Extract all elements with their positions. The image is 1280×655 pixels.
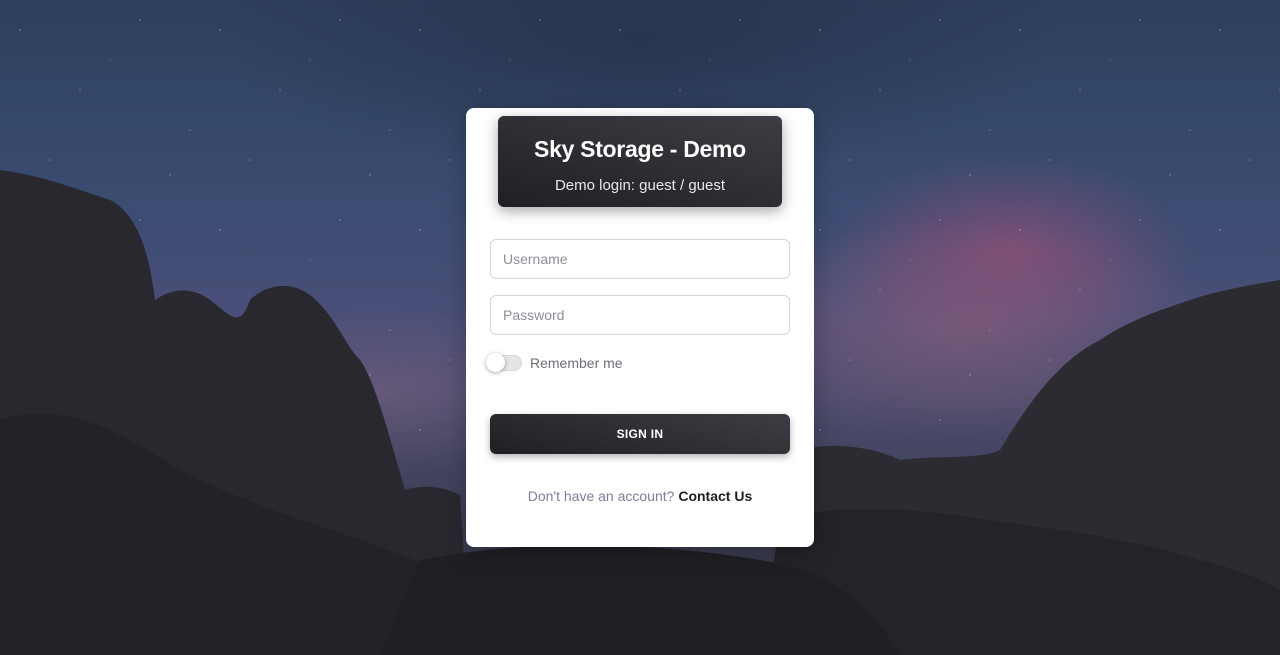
login-card: Sky Storage - Demo Demo login: guest / g… xyxy=(466,108,814,547)
remember-me-row: Remember me xyxy=(486,352,623,374)
username-input[interactable] xyxy=(490,239,790,279)
demo-credentials-hint: Demo login: guest / guest xyxy=(554,177,726,194)
signup-prompt-text: Don't have an account? xyxy=(527,488,675,504)
app-title: Sky Storage - Demo xyxy=(534,136,746,162)
password-input[interactable] xyxy=(490,295,790,335)
contact-us-link[interactable]: Contact Us xyxy=(678,488,752,504)
remember-me-toggle[interactable] xyxy=(486,353,522,372)
login-page: Sky Storage - Demo Demo login: guest / g… xyxy=(0,0,1280,655)
toggle-knob xyxy=(486,353,505,372)
remember-me-label[interactable]: Remember me xyxy=(530,355,623,371)
signup-prompt: Don't have an account? Contact Us xyxy=(466,488,814,504)
card-header: Sky Storage - Demo Demo login: guest / g… xyxy=(498,116,782,207)
sign-in-button[interactable]: SIGN IN xyxy=(490,414,790,454)
